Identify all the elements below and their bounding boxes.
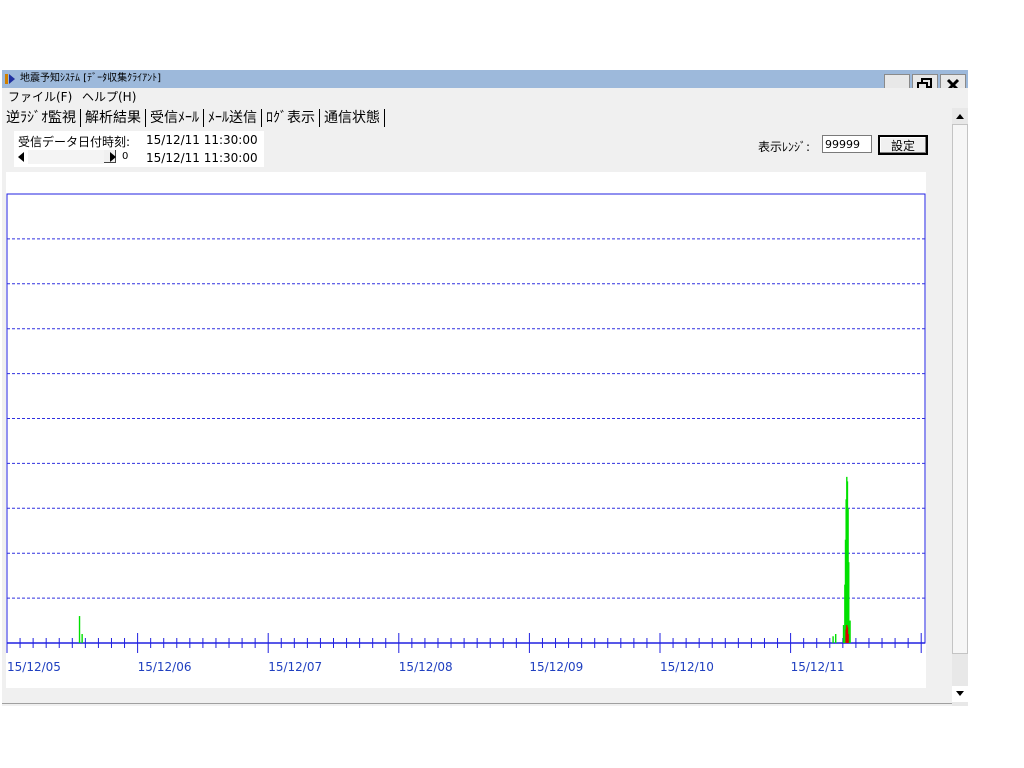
- app-icon: [5, 74, 15, 84]
- green-series-bar: [81, 634, 83, 643]
- slider-right-button[interactable]: [108, 150, 118, 164]
- menu-bar: ファイル(F) ヘルプ(H): [2, 88, 968, 106]
- time-slider[interactable]: [14, 150, 118, 164]
- red-series-bar: [847, 634, 849, 643]
- arrow-right-icon: [110, 152, 116, 162]
- set-button[interactable]: 設定: [878, 135, 928, 155]
- tab-analysis-results[interactable]: 解析結果: [81, 109, 146, 127]
- scroll-down-icon: [956, 691, 964, 696]
- x-tick-label: 15/12/09: [529, 660, 583, 674]
- tab-comm-status[interactable]: 通信状態: [320, 109, 385, 127]
- monitor-panel: 受信データ日付時刻: 15/12/11 11:30:00 0 15/12/11 …: [6, 129, 952, 701]
- green-series-bar: [849, 620, 851, 643]
- tab-received-mail[interactable]: 受信ﾒｰﾙ: [146, 109, 204, 127]
- display-range-input[interactable]: [822, 135, 872, 153]
- signal-chart: 15/12/05 15/12/06 15/12/07 15/12/08 15/12/09…: [6, 193, 926, 674]
- received-datetime-value: 15/12/11 11:30:00: [146, 133, 258, 147]
- scroll-down-button[interactable]: [952, 686, 968, 702]
- scroll-up-icon: [956, 114, 964, 119]
- x-tick-label: 15/12/05: [7, 660, 61, 674]
- current-datetime-value: 15/12/11 11:30:00: [146, 151, 258, 165]
- x-tick-label: 15/12/06: [138, 660, 192, 674]
- vertical-scrollbar[interactable]: [952, 108, 968, 706]
- menu-help[interactable]: ヘルプ(H): [82, 90, 136, 104]
- x-tick-label: 15/12/08: [399, 660, 453, 674]
- title-bar[interactable]: 地震予知ｼｽﾃﾑ [ﾃﾞｰﾀ収集ｸﾗｲｱﾝﾄ]: [2, 70, 968, 88]
- scroll-up-button[interactable]: [952, 108, 968, 124]
- window-bottom-border: [2, 703, 952, 704]
- tab-bar: 逆ﾗｼﾞｵ監視 解析結果 受信ﾒｰﾙ ﾒｰﾙ送信 ﾛｸﾞ表示 通信状態: [2, 107, 385, 129]
- x-tick-label: 15/12/11: [791, 660, 845, 674]
- green-series-bar: [842, 625, 845, 643]
- x-tick-label: 15/12/10: [660, 660, 714, 674]
- chart-area: 15/12/05 15/12/06 15/12/07 15/12/08 15/12/09…: [6, 172, 926, 688]
- slider-track[interactable]: [28, 150, 116, 164]
- app-window: 地震予知ｼｽﾃﾑ [ﾃﾞｰﾀ収集ｸﾗｲｱﾝﾄ] ファイル(F) ヘルプ(H) 逆…: [2, 70, 968, 706]
- received-datetime-label: 受信データ日付時刻:: [18, 135, 131, 149]
- slider-left-button[interactable]: [14, 150, 28, 164]
- tab-reverse-radio-monitor[interactable]: 逆ﾗｼﾞｵ監視: [2, 109, 81, 127]
- info-panel: 受信データ日付時刻: 15/12/11 11:30:00 0 15/12/11 …: [14, 131, 264, 167]
- window-title: 地震予知ｼｽﾃﾑ [ﾃﾞｰﾀ収集ｸﾗｲｱﾝﾄ]: [20, 73, 161, 84]
- tab-log-view[interactable]: ﾛｸﾞ表示: [262, 109, 320, 127]
- slider-value: 0: [122, 151, 129, 162]
- tab-send-mail[interactable]: ﾒｰﾙ送信: [204, 109, 262, 127]
- green-series-bar: [832, 636, 834, 643]
- arrow-left-icon: [18, 152, 24, 162]
- green-series-bar: [848, 562, 850, 643]
- display-range-label: 表示ﾚﾝｼﾞ:: [758, 140, 811, 154]
- x-tick-label: 15/12/07: [268, 660, 322, 674]
- green-series-bar: [835, 634, 837, 643]
- scroll-thumb[interactable]: [952, 124, 968, 654]
- menu-file[interactable]: ファイル(F): [8, 90, 72, 104]
- green-series-bar: [78, 616, 81, 643]
